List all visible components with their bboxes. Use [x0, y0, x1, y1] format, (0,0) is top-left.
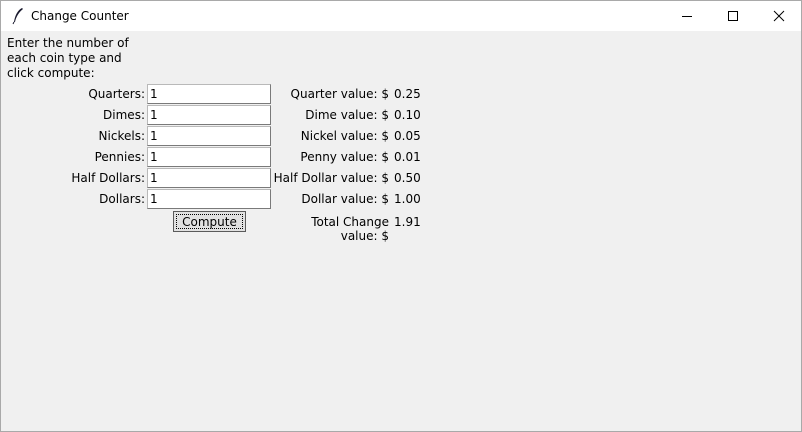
quarter-value-label: Quarter value: $ [290, 87, 389, 101]
nickels-label: Nickels: [98, 129, 145, 143]
instructions-text: Enter the number of each coin type and c… [7, 36, 129, 80]
window-title: Change Counter [31, 9, 129, 23]
app-window: Change Counter Enter the number of each … [0, 0, 802, 432]
maximize-icon [728, 11, 738, 21]
half-dollars-label: Half Dollars: [71, 171, 145, 185]
close-button[interactable] [756, 1, 802, 31]
compute-button-label: Compute [182, 215, 237, 229]
title-bar[interactable]: Change Counter [1, 1, 801, 31]
nickels-input[interactable] [147, 126, 271, 146]
dimes-input[interactable] [147, 105, 271, 125]
half-dollar-value-label: Half Dollar value: $ [273, 171, 389, 185]
dollar-value-amount: 1.00 [394, 192, 421, 206]
maximize-button[interactable] [710, 1, 756, 31]
dime-value-label: Dime value: $ [305, 108, 389, 122]
pennies-label: Pennies: [94, 150, 145, 164]
dollars-input[interactable] [147, 189, 271, 209]
nickel-value-amount: 0.05 [394, 129, 421, 143]
nickel-value-label: Nickel value: $ [300, 129, 389, 143]
dime-value-amount: 0.10 [394, 108, 421, 122]
dimes-label: Dimes: [103, 108, 145, 122]
total-value-amount: 1.91 [394, 215, 421, 229]
pennies-input[interactable] [147, 147, 271, 167]
dollars-label: Dollars: [99, 192, 145, 206]
dollar-value-label: Dollar value: $ [301, 192, 389, 206]
minimize-button[interactable] [664, 1, 710, 31]
quarters-label: Quarters: [88, 87, 145, 101]
close-icon [773, 10, 785, 22]
feather-icon [11, 7, 25, 25]
half-dollar-value-amount: 0.50 [394, 171, 421, 185]
total-value-label: Total Change value: $ [311, 215, 389, 243]
client-area: Enter the number of each coin type and c… [1, 31, 801, 431]
penny-value-label: Penny value: $ [300, 150, 389, 164]
minimize-icon [682, 16, 692, 17]
quarter-value-amount: 0.25 [394, 87, 421, 101]
quarters-input[interactable] [147, 84, 271, 104]
penny-value-amount: 0.01 [394, 150, 421, 164]
half-dollars-input[interactable] [147, 168, 271, 188]
compute-button[interactable]: Compute [173, 211, 246, 232]
